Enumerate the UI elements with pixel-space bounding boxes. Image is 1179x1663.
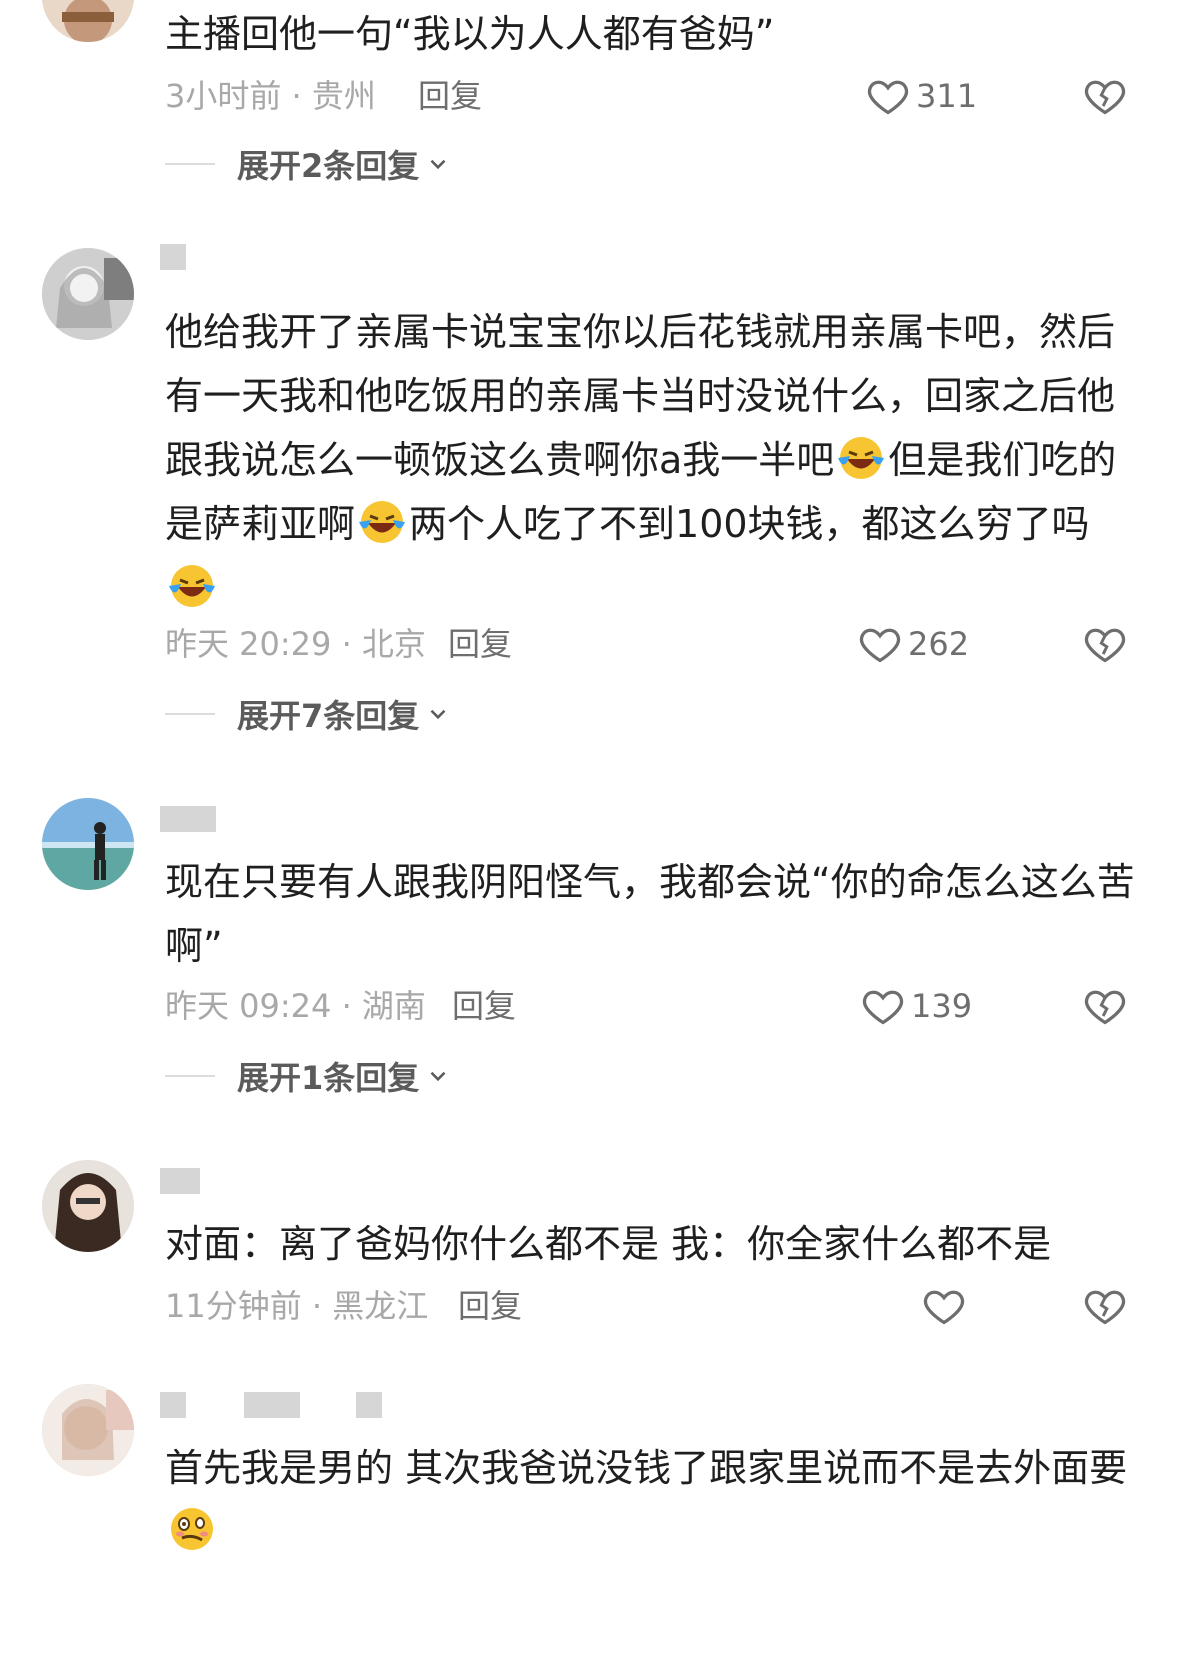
expand-label: 展开1条回复 [237,1059,420,1097]
comment-time: 昨天 20:29 [165,625,332,663]
comment-text: 首先我是男的 其次我爸说没钱了跟家里说而不是去外面要 [165,1436,1140,1564]
like-button[interactable]: 262 [858,622,969,666]
comment-time: 3小时前 [165,77,282,115]
like-button[interactable]: 139 [861,984,972,1028]
reply-button[interactable]: 回复 [448,624,512,664]
expand-divider [165,163,215,165]
comment-location: 贵州 [311,77,376,115]
comment-time: 昨天 09:24 [165,987,332,1025]
reply-button[interactable]: 回复 [418,76,482,116]
redaction-block [160,1168,200,1194]
broken-heart-icon [1084,628,1126,663]
comment-meta: 昨天 09:24 · 湖南 [165,986,426,1026]
broken-heart-icon [1084,990,1126,1025]
expand-replies-button[interactable]: 展开1条回复 [165,1056,451,1097]
expand-replies-button[interactable]: 展开2条回复 [165,144,451,185]
expand-divider [165,713,215,715]
dislike-button[interactable] [1083,1284,1127,1328]
broken-heart-icon [1084,80,1126,115]
comment-text: 他给我开了亲属卡说宝宝你以后花钱就用亲属卡吧，然后有一天我和他吃饭用的亲属卡当时… [165,300,1140,620]
like-count: 311 [916,77,978,115]
broken-heart-icon [1084,1290,1126,1325]
like-button[interactable]: 311 [866,74,977,118]
comment-text-body: 首先我是男的 其次我爸说没钱了跟家里说而不是去外面要 [165,1446,1128,1490]
avatar[interactable] [42,798,134,890]
like-button[interactable] [922,1284,972,1328]
laughing-crying-emoji [167,560,217,610]
expand-divider [165,1075,215,1077]
chevron-down-icon [430,1071,446,1082]
heart-icon [859,628,901,663]
meta-separator: · [301,1287,333,1325]
woozy-face-emoji [167,1504,217,1554]
reply-button[interactable]: 回复 [458,1286,522,1326]
laughing-crying-emoji [836,432,886,482]
comment-text: 现在只要有人跟我阴阳怪气，我都会说“你的命怎么这么苦啊” [165,860,1135,968]
dislike-button[interactable] [1083,74,1127,118]
comment-location: 北京 [361,625,426,663]
comment-text: 对面：离了爸妈你什么都不是 我：你全家什么都不是 [165,1222,1052,1266]
chevron-down-icon [430,159,446,170]
heart-icon [867,80,909,115]
expand-label: 展开2条回复 [237,147,420,185]
avatar[interactable] [42,1384,134,1476]
comment-location: 湖南 [361,987,426,1025]
heart-icon [923,1290,965,1325]
expand-replies-button[interactable]: 展开7条回复 [165,694,451,735]
dislike-button[interactable] [1083,622,1127,666]
avatar[interactable] [42,0,134,42]
chevron-down-icon [430,709,446,720]
comment-meta: 3小时前 · 贵州 [165,76,376,116]
meta-separator: · [281,77,312,115]
laughing-crying-emoji [357,496,407,546]
meta-separator: · [331,987,362,1025]
redaction-block [160,1392,186,1418]
comment-text-part-3: 两个人吃了不到100块钱，都这么穷了吗 [409,502,1090,546]
redaction-block [244,1392,300,1418]
comment-time: 11分钟前 [165,1287,302,1325]
redaction-block [160,244,186,270]
avatar[interactable] [42,248,134,340]
avatar[interactable] [42,1160,134,1252]
meta-separator: · [331,625,362,663]
like-count: 262 [908,625,970,663]
redaction-block [356,1392,382,1418]
comment-meta: 11分钟前 · 黑龙江 [165,1286,428,1326]
heart-icon [862,990,904,1025]
redaction-block [160,806,216,832]
comment-meta: 昨天 20:29 · 北京 [165,624,426,664]
expand-label: 展开7条回复 [237,697,420,735]
comment-text: 主播回他一句“我以为人人都有爸妈” [165,12,775,56]
dislike-button[interactable] [1083,984,1127,1028]
reply-button[interactable]: 回复 [452,986,516,1026]
comment-location: 黑龙江 [332,1287,429,1325]
like-count: 139 [911,987,973,1025]
